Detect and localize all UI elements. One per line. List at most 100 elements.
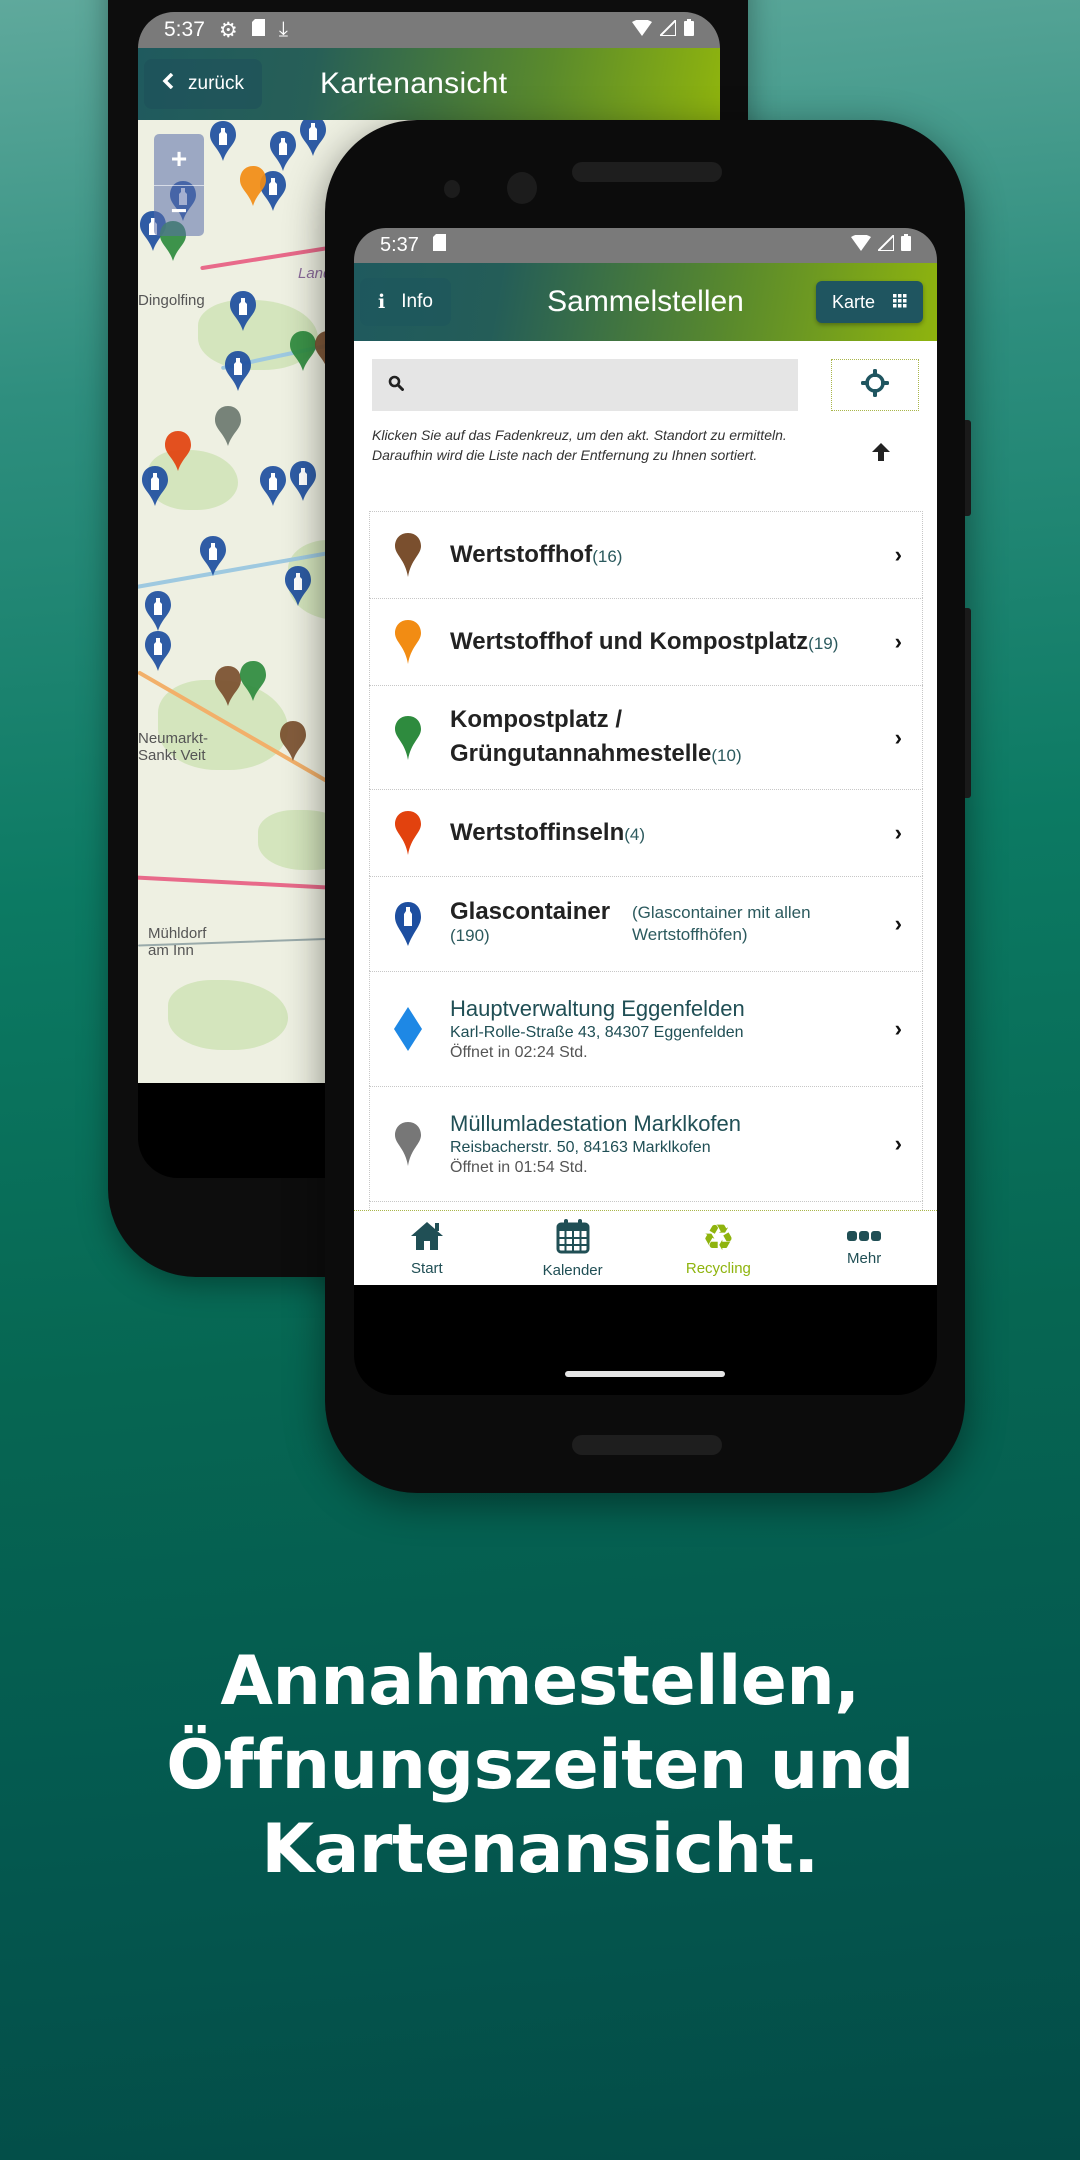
pin-icon (395, 811, 421, 855)
back-button-label: zurück (188, 73, 244, 94)
map-header: zurück Kartenansicht (138, 48, 720, 120)
wifi-icon (851, 234, 871, 257)
signal-icon (657, 17, 677, 42)
recycle-icon: ♻ (702, 1216, 735, 1258)
map-marker[interactable] (298, 120, 328, 157)
search-icon (388, 375, 404, 396)
category-count: (19) (808, 634, 839, 653)
pin-icon (395, 620, 421, 664)
volume-button (965, 608, 971, 798)
wifi-icon (632, 18, 652, 42)
map-marker[interactable] (283, 565, 313, 607)
nav-label: Start (411, 1259, 443, 1277)
status-bar: 5:37 ⚙ ⤓ (138, 12, 720, 48)
glass-bottle-pin-icon (395, 902, 421, 946)
map-marker[interactable] (208, 120, 238, 162)
status-time: 5:37 (380, 234, 419, 256)
power-button (965, 420, 971, 516)
map-marker[interactable] (198, 535, 228, 577)
nav-label: Mehr (847, 1250, 882, 1267)
category-name: Wertstoffhof und Kompostplatz (450, 628, 809, 655)
search-input[interactable] (372, 359, 798, 411)
back-button[interactable]: zurück (144, 59, 262, 109)
category-row-wertstoffinseln[interactable]: Wertstoffinseln(4) › (369, 789, 923, 876)
map-marker[interactable] (238, 165, 268, 207)
map-label-neumarkt: Neumarkt-Sankt Veit (138, 730, 209, 765)
nav-label: Kalender (542, 1261, 603, 1279)
nav-recycling[interactable]: ♻ Recycling (646, 1211, 792, 1285)
category-name: Wertstoffinseln (450, 819, 625, 846)
nav-start[interactable]: Start (354, 1211, 500, 1285)
zoom-in-button[interactable]: + (154, 134, 204, 186)
map-marker[interactable] (143, 590, 173, 632)
map-marker[interactable] (288, 460, 318, 502)
opening-status: Öffnet in 02:24 Std. (450, 1044, 588, 1061)
status-bar: 5:37 (354, 228, 937, 263)
map-marker[interactable] (238, 660, 268, 702)
category-count: (16) (592, 547, 623, 566)
map-marker[interactable] (213, 405, 243, 447)
category-name: Wertstoffhof (450, 541, 593, 568)
arrow-up-icon (870, 441, 892, 468)
category-row-wertstoffhof-kompostplatz[interactable]: Wertstoffhof und Kompostplatz(19) › (369, 598, 923, 685)
app-bar: i Info Sammelstellen Karte (354, 263, 937, 341)
chevron-right-icon: › (894, 629, 902, 654)
map-marker[interactable] (143, 630, 173, 672)
chevron-right-icon: › (894, 911, 902, 936)
info-button[interactable]: i Info (360, 278, 451, 326)
front-camera (507, 172, 537, 204)
category-row-wertstoffhof[interactable]: Wertstoffhof(16) › (369, 511, 923, 598)
chevron-right-icon: › (894, 724, 902, 750)
map-label-muehldorf: Mühldorf am Inn (148, 925, 207, 960)
category-row-glascontainer[interactable]: Glascontainer (190) (Glascontainer mit a… (369, 876, 923, 971)
map-marker[interactable] (268, 130, 298, 172)
download-icon: ⤓ (278, 18, 288, 41)
map-marker[interactable] (278, 720, 308, 762)
zoom-out-button[interactable]: − (154, 186, 204, 237)
nav-kalender[interactable]: Kalender (500, 1211, 646, 1285)
location-hint-text: Klicken Sie auf das Fadenkreuz, um den a… (372, 427, 787, 463)
locate-button[interactable] (831, 359, 919, 411)
nav-mehr[interactable]: Mehr (791, 1211, 937, 1285)
map-marker[interactable] (223, 350, 253, 392)
diamond-marker-icon (394, 1007, 422, 1051)
info-button-label: Info (401, 291, 433, 312)
chevron-right-icon: › (894, 1131, 902, 1156)
map-zoom-control: + − (154, 134, 204, 236)
location-address: Reisbacherstr. 50, 84163 Marklkofen (450, 1139, 711, 1156)
front-phone-mockup: 5:37 i Info Sammelstellen Karte Klicken … (325, 120, 971, 1493)
sd-card-icon (251, 18, 265, 42)
map-marker[interactable] (140, 465, 170, 507)
home-indicator[interactable] (565, 1371, 725, 1377)
pin-icon (395, 1122, 421, 1166)
more-icon (847, 1229, 882, 1246)
tagline-line: Annahmestellen, (220, 1642, 860, 1721)
chevron-left-icon (162, 72, 174, 95)
location-address: Karl-Rolle-Straße 43, 84307 Eggenfelden (450, 1024, 744, 1041)
map-label-dingolfing: Dingolfing (138, 292, 205, 309)
chevron-right-icon: › (894, 1016, 902, 1041)
category-row-kompostplatz[interactable]: Kompostplatz / Grüngutannahmestelle(10) … (369, 685, 923, 789)
category-count: (10) (711, 745, 742, 765)
location-name: Müllumladestation Marklkofen (450, 1111, 742, 1136)
crosshair-icon (861, 368, 889, 402)
location-row[interactable]: Müllumladestation Marklkofen Reisbachers… (369, 1086, 923, 1201)
battery-icon (901, 234, 911, 257)
promo-tagline: Annahmestellen, Öffnungszeiten und Karte… (0, 1640, 1080, 1892)
status-time: 5:37 (164, 18, 205, 41)
location-row[interactable]: Hauptverwaltung Eggenfelden Karl-Rolle-S… (369, 971, 923, 1086)
signal-icon (875, 232, 895, 257)
home-icon (409, 1220, 445, 1256)
map-marker[interactable] (228, 290, 258, 332)
grid-icon (893, 292, 907, 313)
pin-icon (395, 715, 421, 760)
gear-icon: ⚙ (218, 18, 238, 42)
map-marker[interactable] (258, 465, 288, 507)
info-icon: i (378, 291, 386, 313)
category-name: Kompostplatz / Grüngutannahmestelle (450, 705, 712, 767)
map-button-label: Karte (831, 291, 875, 312)
map-view-button[interactable]: Karte (815, 281, 923, 323)
nav-label: Recycling (685, 1259, 751, 1277)
calendar-icon (556, 1218, 590, 1258)
tagline-line: Öffnungszeiten und (166, 1726, 914, 1805)
